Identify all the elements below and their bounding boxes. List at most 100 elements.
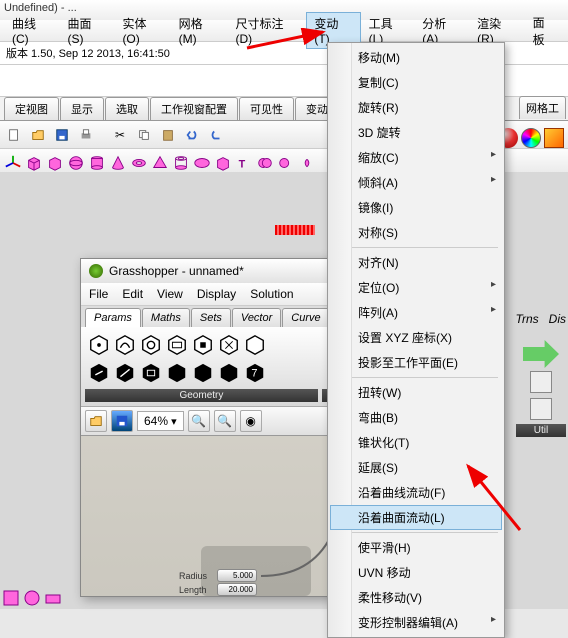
sb-icon3[interactable] (44, 589, 62, 607)
box-icon[interactable] (25, 154, 43, 172)
gh-param-brep-icon[interactable] (191, 333, 215, 357)
menu-item-8[interactable]: 对齐(N) (330, 250, 502, 275)
gh-param-vector-icon[interactable] (87, 361, 111, 385)
menu-item-17[interactable]: 沿着曲线流动(F) (330, 480, 502, 505)
paste-icon[interactable] (158, 125, 178, 145)
util-group-label[interactable]: Util (516, 424, 566, 437)
menu-item-21[interactable]: 柔性移动(V) (330, 585, 502, 610)
menu-item-7[interactable]: 对称(S) (330, 220, 502, 245)
gh-group-geometry[interactable]: Geometry (85, 389, 318, 402)
tab-visibility[interactable]: 可见性 (239, 97, 294, 120)
tab-setview[interactable]: 定视图 (4, 97, 59, 120)
axes-icon[interactable] (4, 154, 22, 172)
gh-menu-edit[interactable]: Edit (122, 287, 143, 301)
gh-param-geometry-icon[interactable] (243, 333, 267, 357)
tab-dis[interactable]: Dis (549, 312, 566, 326)
text-icon[interactable]: T (235, 154, 253, 172)
gh-zoom1-icon[interactable]: 🔍 (188, 410, 210, 432)
open-icon[interactable] (28, 125, 48, 145)
menu-item-16[interactable]: 延展(S) (330, 455, 502, 480)
menu-mesh[interactable]: 网格(M) (171, 12, 228, 49)
gh-save-icon[interactable] (111, 410, 133, 432)
gh-tab-curve[interactable]: Curve (282, 308, 329, 327)
gh-param-surface-icon[interactable] (165, 333, 189, 357)
menu-item-10[interactable]: 阵列(A) (330, 300, 502, 325)
redo-icon[interactable] (206, 125, 226, 145)
gh-param-more-icon[interactable]: 7 (243, 361, 267, 385)
color-wheel-icon[interactable] (521, 128, 541, 148)
tab-display[interactable]: 显示 (60, 97, 104, 120)
gh-menu-solution[interactable]: Solution (250, 287, 293, 301)
menu-item-19[interactable]: 使平滑(H) (330, 535, 502, 560)
gh-param-group-icon[interactable] (217, 361, 241, 385)
menu-item-2[interactable]: 旋转(R) (330, 95, 502, 120)
gh-param-point-icon[interactable] (87, 333, 111, 357)
tab-select[interactable]: 选取 (105, 97, 149, 120)
menu-item-22[interactable]: 变形控制器编辑(A) (330, 610, 502, 635)
menu-item-0[interactable]: 移动(M) (330, 45, 502, 70)
gh-param-mesh-icon[interactable] (217, 333, 241, 357)
menu-item-14[interactable]: 弯曲(B) (330, 405, 502, 430)
menu-item-6[interactable]: 镜像(I) (330, 195, 502, 220)
menu-item-11[interactable]: 设置 XYZ 座标(X) (330, 325, 502, 350)
gh-tab-vector[interactable]: Vector (232, 308, 281, 327)
tube-icon[interactable] (172, 154, 190, 172)
tab-mesh-tools[interactable]: 网格工 (519, 96, 566, 119)
gh-tab-maths[interactable]: Maths (142, 308, 190, 327)
menu-surface[interactable]: 曲面(S) (60, 12, 115, 49)
util-btn2[interactable] (530, 398, 552, 420)
menu-solid[interactable]: 实体(O) (114, 12, 170, 49)
menu-item-1[interactable]: 复制(C) (330, 70, 502, 95)
render-icon[interactable] (544, 128, 564, 148)
new-icon[interactable] (4, 125, 24, 145)
gh-menu-display[interactable]: Display (197, 287, 236, 301)
menu-dimension[interactable]: 尺寸标注(D) (227, 12, 306, 49)
gh-param-line-icon[interactable] (113, 361, 137, 385)
gh-zoom-select[interactable]: 64% ▾ (137, 411, 184, 431)
gh-param-plane-icon[interactable] (139, 361, 163, 385)
boolean-int-icon[interactable] (298, 154, 316, 172)
boolean-diff-icon[interactable] (277, 154, 295, 172)
sb-icon2[interactable] (23, 589, 41, 607)
cone-icon[interactable] (109, 154, 127, 172)
box2-icon[interactable] (46, 154, 64, 172)
gh-open-icon[interactable] (85, 410, 107, 432)
menu-item-12[interactable]: 投影至工作平面(E) (330, 350, 502, 375)
menu-item-5[interactable]: 倾斜(A) (330, 170, 502, 195)
cylinder-icon[interactable] (88, 154, 106, 172)
extrude-icon[interactable] (214, 154, 232, 172)
gh-param-circle-icon[interactable] (139, 333, 163, 357)
save-icon[interactable] (52, 125, 72, 145)
gh-param-box-icon[interactable] (165, 361, 189, 385)
menu-item-20[interactable]: UVN 移动 (330, 560, 502, 585)
menu-item-15[interactable]: 锥状化(T) (330, 430, 502, 455)
boolean-union-icon[interactable] (256, 154, 274, 172)
undo-icon[interactable] (182, 125, 202, 145)
menu-item-4[interactable]: 缩放(C) (330, 145, 502, 170)
cut-icon[interactable]: ✂ (110, 125, 130, 145)
gh-menu-view[interactable]: View (157, 287, 183, 301)
menu-item-13[interactable]: 扭转(W) (330, 380, 502, 405)
pyramid-icon[interactable] (151, 154, 169, 172)
util-arrow-icon[interactable] (523, 340, 559, 368)
gh-tab-params[interactable]: Params (85, 308, 141, 327)
gh-tab-sets[interactable]: Sets (191, 308, 231, 327)
sphere-icon[interactable] (67, 154, 85, 172)
print-icon[interactable] (76, 125, 96, 145)
menu-item-9[interactable]: 定位(O) (330, 275, 502, 300)
tab-viewport[interactable]: 工作视窗配置 (150, 97, 238, 120)
menu-panel[interactable]: 面板 (525, 11, 564, 51)
gh-view-icon[interactable]: ◉ (240, 410, 262, 432)
gh-zoom2-icon[interactable]: 🔍 (214, 410, 236, 432)
gh-param-field-icon[interactable] (191, 361, 215, 385)
torus-icon[interactable] (130, 154, 148, 172)
gh-param-curve-icon[interactable] (113, 333, 137, 357)
sb-icon1[interactable] (2, 589, 20, 607)
menu-curve[interactable]: 曲线(C) (4, 12, 60, 49)
copy-icon[interactable] (134, 125, 154, 145)
util-btn1[interactable] (530, 371, 552, 393)
menu-item-18[interactable]: 沿着曲面流动(L) (330, 505, 502, 530)
ellipsoid-icon[interactable] (193, 154, 211, 172)
gh-menu-file[interactable]: File (89, 287, 108, 301)
menu-item-3[interactable]: 3D 旋转 (330, 120, 502, 145)
